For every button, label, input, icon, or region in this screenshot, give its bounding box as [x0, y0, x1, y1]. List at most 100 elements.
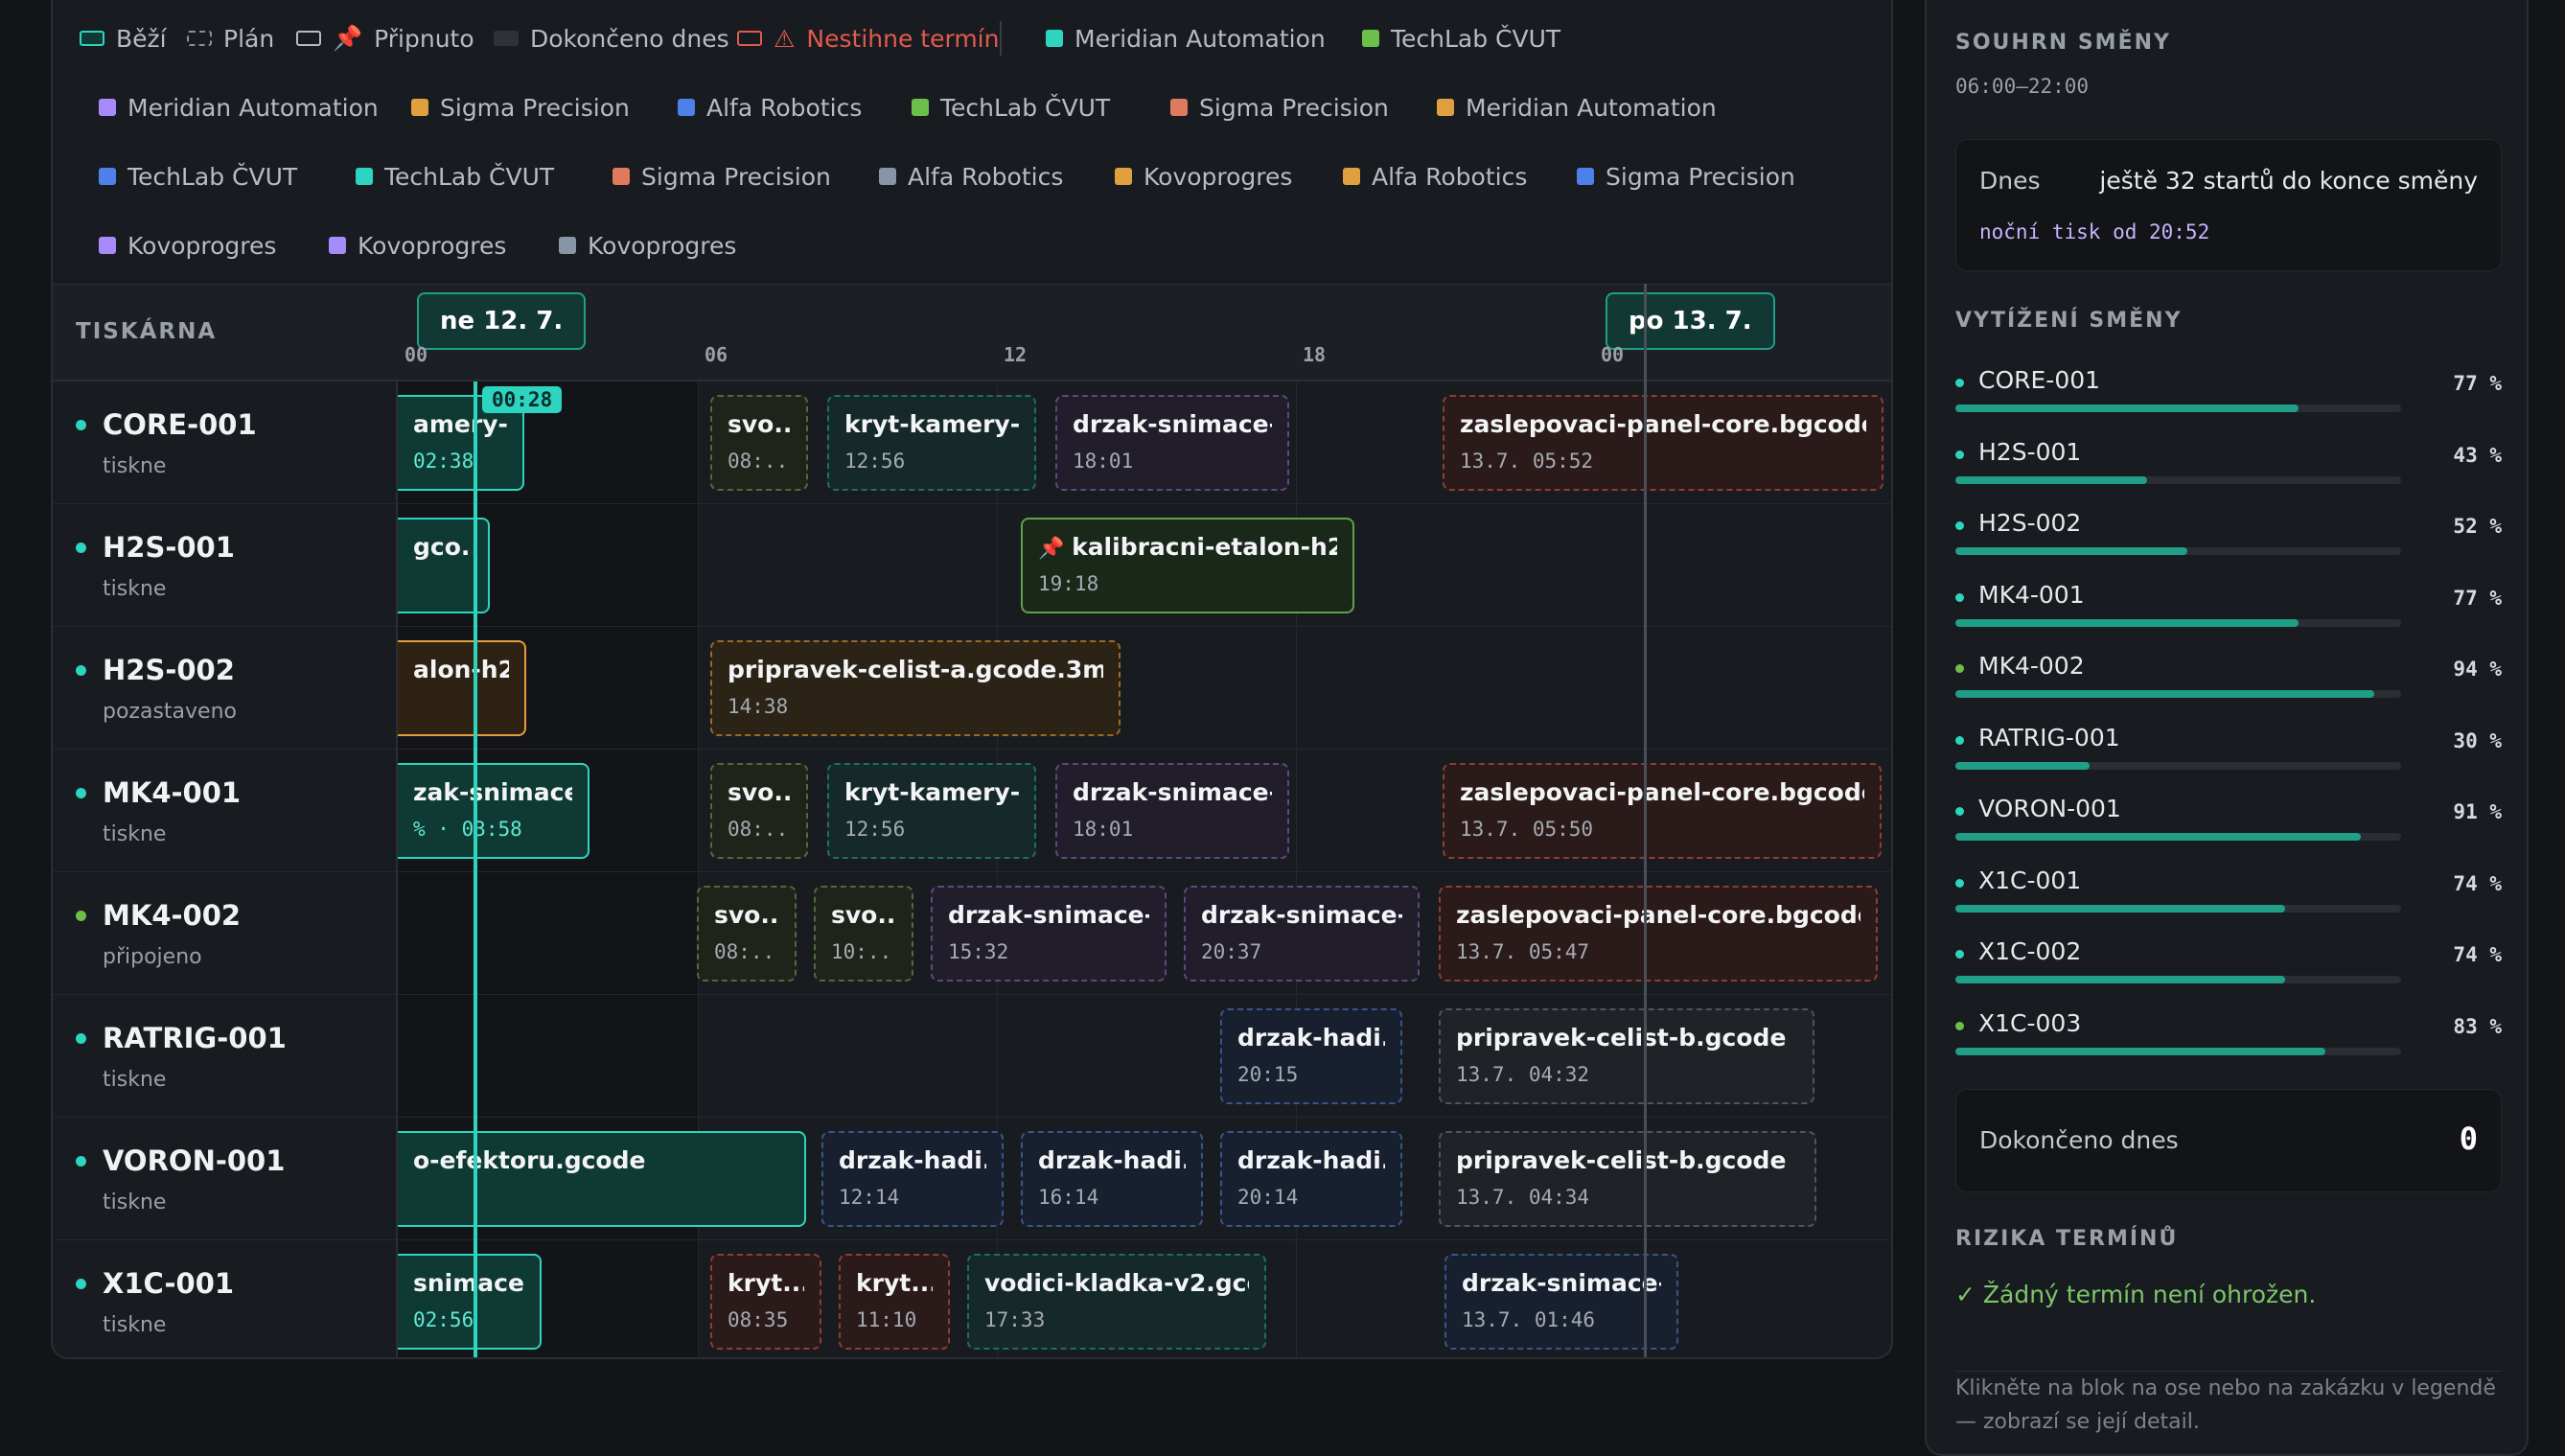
job-block[interactable]: kryt-kamery-...12:56: [827, 395, 1036, 491]
job-swatch: [99, 237, 116, 254]
utilization-row[interactable]: X1C-003 83 %: [1955, 1009, 2502, 1067]
legend-running[interactable]: Běží: [80, 21, 167, 56]
printer-row[interactable]: VORON-001 tiskne: [53, 1118, 398, 1240]
job-block[interactable]: pripravek-celist-b.gcode 13.7. 04:34: [1439, 1131, 1816, 1227]
job-block[interactable]: drzak-hadi...16:14: [1021, 1131, 1203, 1227]
job-swatch: [879, 168, 896, 185]
legend-late[interactable]: ⚠ Nestihne termín: [737, 21, 999, 56]
utilization-bar-fill: [1955, 833, 2362, 841]
printer-row[interactable]: H2S-002 pozastaveno: [53, 627, 398, 750]
legend-plan[interactable]: Plán: [187, 21, 274, 56]
legend-job[interactable]: Sigma Precision: [1577, 159, 1795, 194]
job-block[interactable]: svo...08:...: [710, 763, 808, 859]
legend-job[interactable]: Meridian Automation: [99, 90, 379, 125]
job-block[interactable]: drzak-snimace-...20:37: [1184, 886, 1420, 982]
job-swatch: [1577, 168, 1594, 185]
legend-job[interactable]: Alfa Robotics: [1343, 159, 1527, 194]
job-block[interactable]: kryt... 08:35: [710, 1254, 821, 1350]
printer-row[interactable]: CORE-001 tiskne: [53, 381, 398, 504]
job-block[interactable]: drzak-snimace-...15:32: [931, 886, 1167, 982]
job-block-running[interactable]: zak-snimace-...% · 03:58: [398, 763, 589, 859]
printer-row[interactable]: H2S-001 tiskne: [53, 504, 398, 627]
legend-job[interactable]: Meridian Automation: [1437, 90, 1717, 125]
schedule-panel: Běží Plán 📌 Připnuto Dokončeno dnes ⚠ Ne…: [51, 0, 1893, 1359]
utilization-bar: [1955, 475, 2401, 484]
utilization-row[interactable]: CORE-001 77 %: [1955, 366, 2502, 424]
utilization-bar: [1955, 618, 2401, 627]
legend-job[interactable]: TechLab ČVUT: [99, 159, 297, 194]
legend-job[interactable]: TechLab ČVUT: [912, 90, 1110, 125]
legend-job[interactable]: Alfa Robotics: [678, 90, 862, 125]
job-block[interactable]: pripravek-celist-a.gcode.3mf 14:38: [710, 640, 1121, 736]
job-swatch: [1437, 99, 1454, 116]
job-block[interactable]: drzak-snimace-...18:01: [1055, 763, 1289, 859]
job-block[interactable]: zaslepovaci-panel-core.bgcode 13.7. 05:50: [1443, 763, 1882, 859]
legend-job[interactable]: Meridian Automation: [1046, 21, 1326, 56]
printer-status: tiskne: [103, 577, 167, 601]
utilization-printer-name: VORON-001: [1978, 795, 2121, 822]
legend-done-today[interactable]: Dokončeno dnes: [494, 21, 729, 56]
date-tab[interactable]: po 13. 7.: [1606, 292, 1775, 350]
printer-name: H2S-002: [103, 654, 235, 686]
hour-label: 18: [1303, 343, 1327, 366]
job-swatch: [1115, 168, 1132, 185]
utilization-row[interactable]: VORON-001 91 %: [1955, 795, 2502, 852]
printer-row[interactable]: MK4-001 tiskne: [53, 750, 398, 872]
utilization-row[interactable]: MK4-002 94 %: [1955, 652, 2502, 709]
legend-job[interactable]: Sigma Precision: [612, 159, 831, 194]
job-block[interactable]: drzak-hadi...20:15: [1220, 1008, 1402, 1104]
legend-job[interactable]: Kovoprogres: [1115, 159, 1292, 194]
utilization-row[interactable]: RATRIG-001 30 %: [1955, 724, 2502, 781]
now-line: [474, 381, 477, 1357]
job-block[interactable]: drzak-hadi...12:14: [821, 1131, 1004, 1227]
utilization-bar: [1955, 761, 2401, 770]
utilization-row[interactable]: X1C-001 74 %: [1955, 867, 2502, 924]
legend-job[interactable]: Kovoprogres: [559, 228, 736, 263]
utilization-row[interactable]: H2S-001 43 %: [1955, 438, 2502, 496]
job-swatch: [99, 99, 116, 116]
job-block[interactable]: svo...08:...: [710, 395, 808, 491]
utilization-bar: [1955, 904, 2401, 913]
printer-name: MK4-001: [103, 776, 242, 809]
now-time-badge: 00:28: [482, 386, 563, 413]
job-block-pinned[interactable]: 📌 kalibracni-etalon-h2...19:18: [1021, 518, 1354, 613]
job-block[interactable]: kryt-kamery-...12:56: [827, 763, 1036, 859]
job-block[interactable]: drzak-snimace-...18:01: [1055, 395, 1289, 491]
legend-job[interactable]: Sigma Precision: [411, 90, 630, 125]
job-block[interactable]: svo...10:...: [814, 886, 913, 982]
job-block[interactable]: kryt... 11:10: [839, 1254, 950, 1350]
utilization-bar-fill: [1955, 475, 2147, 484]
job-block-running[interactable]: snimace-...02:56: [398, 1254, 542, 1350]
utilization-row[interactable]: H2S-002 52 %: [1955, 509, 2502, 566]
legend-job[interactable]: Kovoprogres: [329, 228, 506, 263]
job-block[interactable]: svo...08:...: [697, 886, 797, 982]
legend-job[interactable]: Sigma Precision: [1170, 90, 1389, 125]
job-block[interactable]: zaslepovaci-panel-core.bgcode 13.7. 05:47: [1439, 886, 1878, 982]
utilization-row[interactable]: X1C-002 74 %: [1955, 937, 2502, 995]
legend-job[interactable]: TechLab ČVUT: [1362, 21, 1560, 56]
utilization-bar-fill: [1955, 976, 2286, 983]
legend-job[interactable]: TechLab ČVUT: [356, 159, 554, 194]
legend-job[interactable]: Kovoprogres: [99, 228, 276, 263]
job-swatch: [99, 168, 116, 185]
utilization-bar: [1955, 833, 2401, 841]
done-today-card: Dokončeno dnes 0: [1955, 1089, 2502, 1192]
job-block-paused[interactable]: alon-h2s...: [398, 640, 526, 736]
utilization-printer-name: X1C-003: [1978, 1008, 2082, 1037]
job-block[interactable]: zaslepovaci-panel-core.bgcode 13.7. 05:52: [1443, 395, 1883, 491]
utilization-bar: [1955, 547, 2401, 555]
utilization-row[interactable]: MK4-001 77 %: [1955, 581, 2502, 638]
printer-status: tiskne: [103, 1313, 167, 1337]
printer-row[interactable]: X1C-001 tiskne: [53, 1240, 398, 1357]
printer-name: VORON-001: [103, 1144, 286, 1177]
job-block[interactable]: drzak-hadi...20:14: [1220, 1131, 1402, 1227]
date-tab[interactable]: ne 12. 7.: [417, 292, 587, 350]
job-block[interactable]: vodici-kladka-v2.gco...17:33: [967, 1254, 1266, 1350]
printer-row[interactable]: MK4-002 připojeno: [53, 872, 398, 995]
printer-row[interactable]: RATRIG-001 tiskne: [53, 995, 398, 1118]
job-block-running[interactable]: o-efektoru.gcode: [398, 1131, 806, 1227]
legend-job[interactable]: Alfa Robotics: [879, 159, 1063, 194]
job-block[interactable]: pripravek-celist-b.gcode 13.7. 04:32: [1439, 1008, 1814, 1104]
legend-pinned[interactable]: 📌 Připnuto: [296, 21, 474, 56]
utilization-bar: [1955, 404, 2401, 412]
